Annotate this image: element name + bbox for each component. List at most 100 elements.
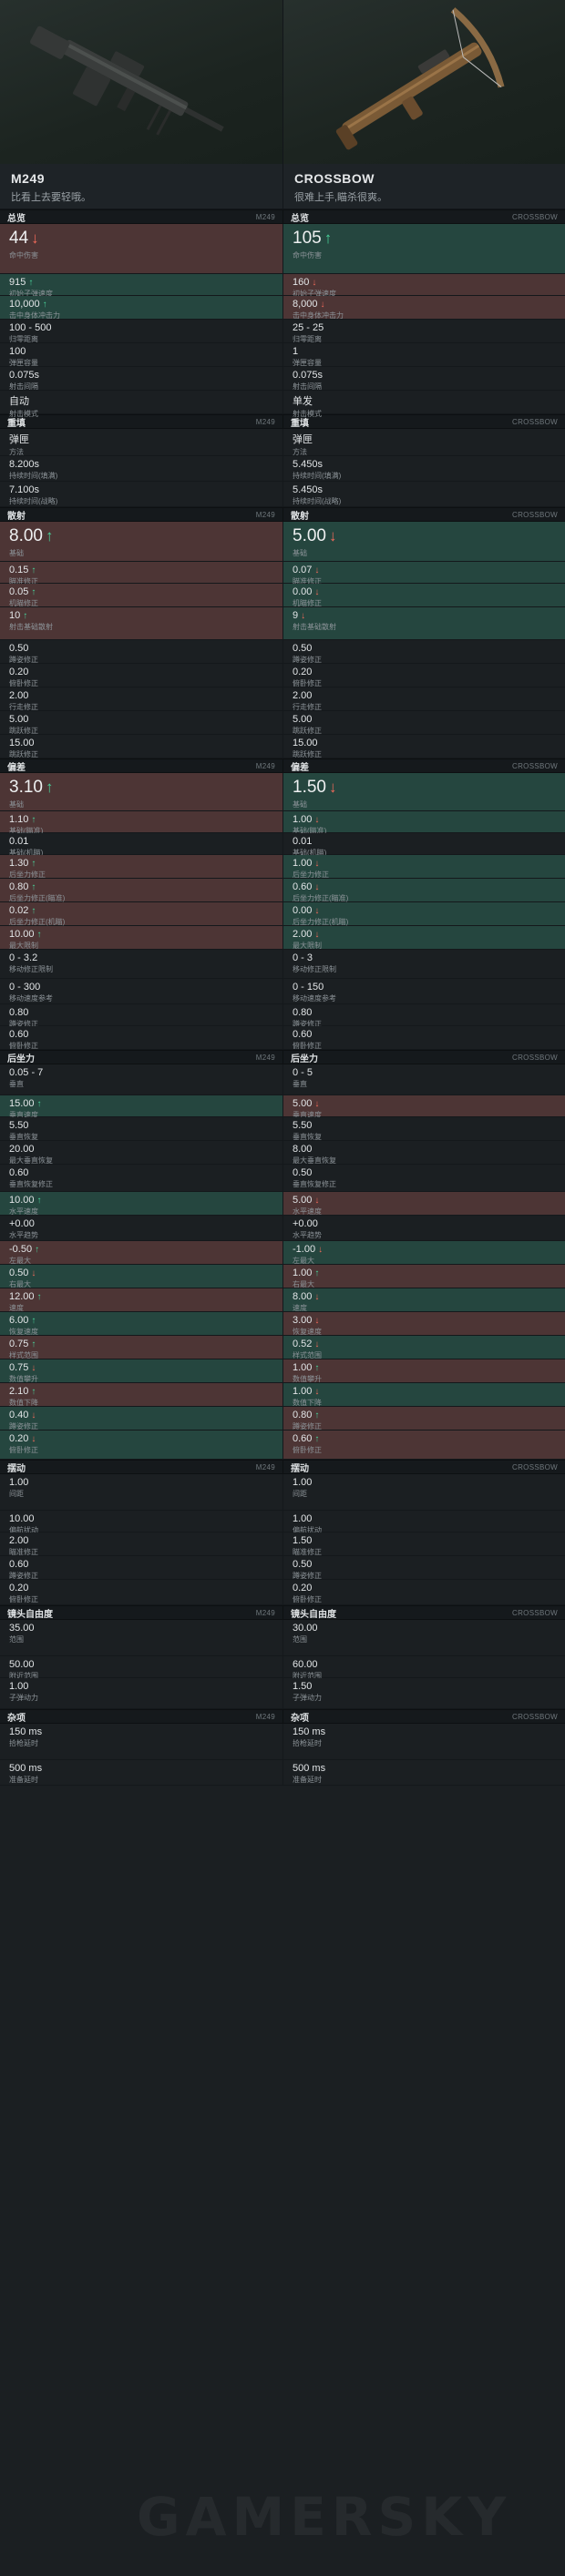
stat-cell: 0.50 ↓ 右最大 [0,1265,282,1288]
section-weapon-tag: M249 [255,1608,275,1617]
section-weapon-tag: CROSSBOW [512,1053,558,1062]
section-title: 后坐力 [291,1054,318,1064]
stat-value-text: 5.00 [293,1195,313,1206]
stat-label: 持续时间(战略) [9,497,58,505]
stat-row: 7.100s 持续时间(战略) 5.450s 持续时间(战略) [0,482,565,507]
stat-value: 0.60 [9,1559,273,1570]
section-title: 镜头自由度 [291,1609,336,1620]
arrow-up-icon: ↑ [35,1245,40,1255]
stat-row: 0.60 垂直恢复修正 0.50 垂直恢复修正 [0,1165,565,1192]
stat-value-text: 0.80 [293,1007,313,1018]
stat-row: 10.00 偏航扰动 1.00 偏航扰动 [0,1511,565,1534]
stat-value-text: 0.50 [9,643,29,654]
stat-row: 35.00 范围 30.00 范围 [0,1620,565,1656]
stat-cell: 0.50 蹲姿修正 [0,640,282,664]
stat-value: 15.00 [9,738,273,748]
stat-cell: 50.00 附近范围 [0,1656,282,1680]
stat-value: 0.20 ↓ [9,1433,273,1444]
stat-label: 俯卧修正 [293,1446,322,1454]
stat-value-text: 0 - 150 [293,982,324,993]
stat-label: 跳跃修正 [293,750,322,759]
section-title: 杂项 [291,1713,309,1724]
stat-cell: 1.00 ↓ 后坐力修正 [282,855,565,879]
arrow-down-icon: ↓ [314,565,320,575]
stat-value-text: 0.075s [293,370,324,381]
stat-row: 0.50 ↓ 右最大 1.00 ↑ 右最大 [0,1265,565,1288]
stat-value: 2.00 [293,690,556,701]
stat-value-text: 10.00 [9,1195,35,1206]
stat-row: 1.10 ↑ 基础(瞄准) 1.00 ↓ 基础(瞄准) [0,811,565,835]
stat-value-text: 20.00 [9,1144,35,1155]
stat-row: 2.00 瞄准修正 1.50 瞄准修正 [0,1532,565,1556]
stat-cell: 0.20 俯卧修正 [282,664,565,687]
stat-cell: 0.60 垂直恢复修正 [0,1165,282,1192]
stat-cell: 弹匣 方法 [282,429,565,456]
stat-value-text: 5.450s [293,459,324,470]
stat-row: 44 ↓ 命中伤害 105 ↑ 命中伤害 [0,224,565,274]
stat-value: 0.20 [9,1583,273,1593]
stat-value-text: 0.00 [293,586,313,597]
arrow-down-icon: ↓ [314,1387,320,1397]
stat-value-text: 弹匣 [9,434,29,445]
stat-value: 0.50 ↓ [9,1268,273,1278]
stat-label: 射击模式 [293,410,322,418]
weapon-name: CROSSBOW [294,171,375,186]
stat-value: 2.00 [9,1535,273,1546]
stat-value-text: 0.60 [9,1559,29,1570]
section-header-cell: 镜头自由度 CROSSBOW [282,1606,565,1620]
stat-cell: 160 ↓ 初始子弹速度 [282,274,565,298]
stat-cell: 5.00 跳跃修正 [0,711,282,735]
stat-value-text: 0.01 [293,836,313,847]
stat-value: 915 ↑ [9,277,273,288]
stat-value-text: 0.80 [9,1007,29,1018]
weapon-image-crossbow [282,0,565,164]
stat-row: 0.075s 射击间隔 0.075s 射击间隔 [0,367,565,391]
stat-cell: 自动 射击模式 [0,391,282,418]
stat-value-text: 5.00 [293,526,326,545]
stat-value: 8.00 ↓ [293,1291,556,1302]
stat-cell: 2.00 行走修正 [0,687,282,711]
stat-value: 10.00 [9,1513,273,1524]
stat-row: 0.15 ↑ 瞄准修正 0.07 ↓ 瞄准修正 [0,562,565,585]
stat-cell: 15.00 ↑ 垂直速度 [0,1095,282,1119]
stat-value: 500 ms [9,1763,273,1774]
stat-label: 基础 [293,800,307,809]
stat-value-text: 12.00 [9,1291,35,1302]
stat-cell: 0.05 - 7 垂直 [0,1064,282,1095]
stat-value: 5.00 ↓ [293,1195,556,1206]
stat-value: 1.00 ↓ [293,1386,556,1397]
section-weapon-tag: CROSSBOW [512,1462,558,1471]
stat-cell: 3.10 ↑ 基础 [0,773,282,811]
stat-row: 0.80 蹲姿修正 0.80 蹲姿修正 [0,1004,565,1028]
stat-row: 10.00 ↑ 水平速度 5.00 ↓ 水平速度 [0,1192,565,1216]
stat-value: 0.00 ↓ [293,586,556,597]
stat-cell: 0.02 ↑ 后坐力修正(机瞄) [0,902,282,926]
stat-value: 500 ms [293,1763,556,1774]
arrow-down-icon: ↓ [314,815,320,825]
arrow-down-icon: ↓ [314,1196,320,1206]
stat-cell: 2.00 行走修正 [282,687,565,711]
stat-row: 0 - 3.2 移动修正限制 0 - 3 移动修正限制 [0,950,565,979]
section-header-cell: 杂项 M249 [0,1710,282,1724]
stat-row: 0.75 ↓ 数值攀升 1.00 ↑ 数值攀升 [0,1359,565,1383]
section-header: 后坐力 M249 后坐力 CROSSBOW [0,1050,565,1064]
stat-value: 30.00 [293,1623,556,1634]
stat-value-text: 0.20 [293,667,313,677]
stat-label: 垂直恢复修正 [293,1180,336,1188]
stat-cell: 35.00 范围 [0,1620,282,1656]
stat-cell: 0.20 俯卧修正 [0,1580,282,1605]
stat-label: 水平趋势 [293,1231,322,1239]
arrow-down-icon: ↓ [314,1339,320,1349]
stat-label: 拾枪延时 [293,1739,322,1747]
arrow-down-icon: ↓ [314,882,320,892]
stat-cell: 5.450s 持续时间(战略) [282,482,565,507]
arrow-up-icon: ↑ [42,300,47,310]
stat-value-text: 0.07 [293,565,313,575]
stat-value: 自动 [9,393,273,408]
stat-value: 1.50 [293,1535,556,1546]
stat-value: 3.00 ↓ [293,1315,556,1326]
stat-value: 0.80 [9,1007,273,1018]
stat-value-text: 8.200s [9,459,40,470]
arrow-down-icon: ↓ [31,1434,36,1444]
stat-value-text: 10,000 [9,299,40,310]
